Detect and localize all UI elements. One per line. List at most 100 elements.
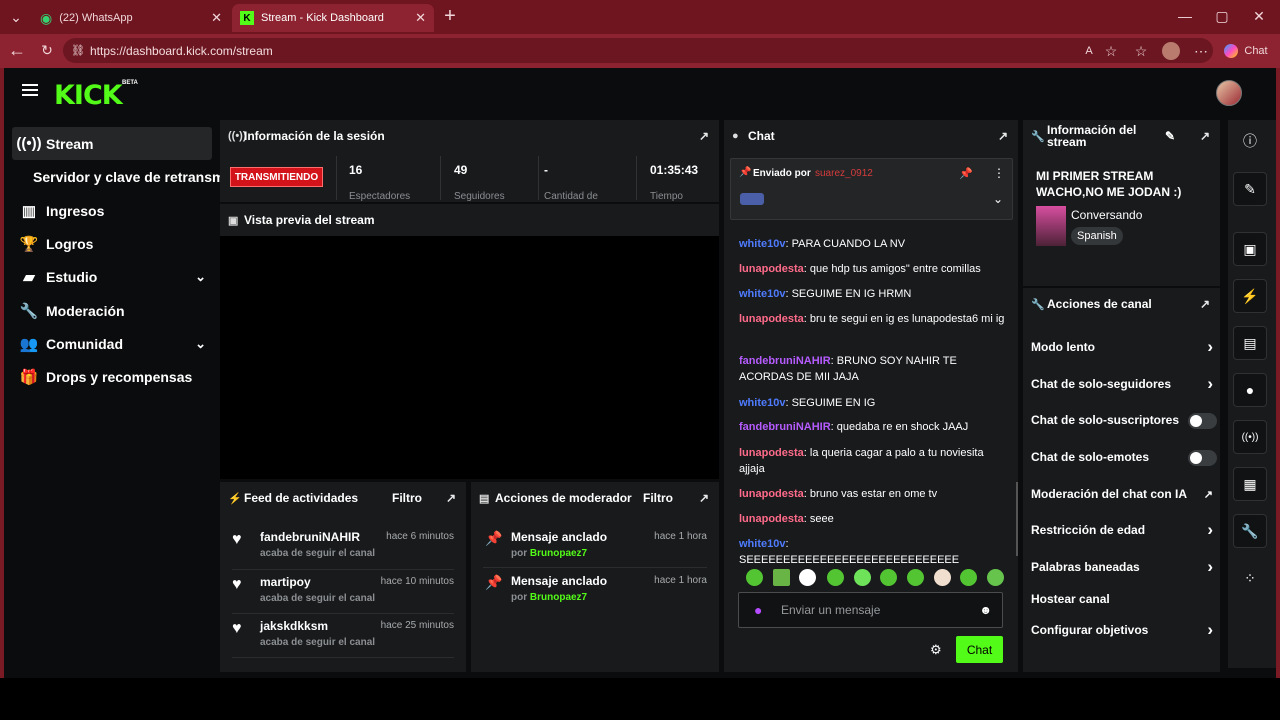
emoji-icon[interactable]: ☻ (979, 603, 992, 617)
layout-icon[interactable]: ▦ (1233, 467, 1267, 501)
new-tab-icon[interactable]: + (440, 5, 460, 27)
host-channel-row[interactable]: Hostear canal (1031, 584, 1217, 614)
back-icon[interactable]: ← (8, 40, 26, 60)
sidebar-item-logros[interactable]: 🏆 Logros (12, 227, 212, 260)
emote-icon[interactable] (934, 569, 951, 586)
preview-icon[interactable]: ▣ (1233, 232, 1267, 266)
stream-preview-video[interactable] (220, 236, 719, 479)
read-aloud-icon[interactable]: A (1080, 42, 1098, 60)
favorites-bar-icon[interactable]: ☆ (1132, 42, 1150, 60)
sidebar-item-ingresos[interactable]: ▥ Ingresos (12, 194, 212, 227)
sidebar-item-comunidad[interactable]: 👥 Comunidad ⌄ (12, 327, 212, 360)
category-name[interactable]: Conversando (1071, 208, 1142, 222)
close-tab-icon[interactable]: ✕ (211, 10, 222, 26)
sidebar-item-moderacion[interactable]: 🔧 Moderación (12, 294, 212, 327)
goals-row[interactable]: Configurar objetivos › (1031, 615, 1217, 645)
chat-username[interactable]: white10v (739, 238, 785, 250)
subscribers-only-toggle[interactable] (1188, 413, 1217, 429)
sidebar-item-drops[interactable]: 🎁 Drops y recompensas (12, 360, 212, 393)
profile-avatar-icon[interactable] (1162, 42, 1180, 60)
emote-icon[interactable] (854, 569, 871, 586)
emote-icon[interactable] (907, 569, 924, 586)
expand-icon[interactable]: ↗ (1200, 297, 1210, 311)
chat-bubble-icon[interactable]: ● (1233, 373, 1267, 407)
chat-username[interactable]: lunapodesta (739, 513, 804, 525)
chat-username[interactable]: lunapodesta (739, 263, 804, 275)
kick-logo[interactable]: KICK (54, 80, 123, 111)
close-tab-icon[interactable]: ✕ (415, 10, 426, 26)
sidebar-item-server-key[interactable]: Servidor y clave de retransm (33, 160, 223, 193)
microphone-icon[interactable]: ● (754, 602, 762, 618)
unpin-icon[interactable]: 📌 (959, 167, 973, 180)
lightning-icon[interactable]: ⚡ (1233, 279, 1267, 313)
emote-icon[interactable] (987, 569, 1004, 586)
chevron-down-icon[interactable]: ⌄ (195, 336, 206, 352)
info-icon[interactable]: ⓘ (1233, 124, 1267, 158)
chat-username[interactable]: white10v (739, 288, 785, 300)
emote-icon[interactable] (773, 569, 790, 586)
chat-message-input[interactable]: ● Enviar un mensaje ☻ (738, 592, 1003, 628)
user-avatar[interactable] (1216, 80, 1242, 106)
ai-moderation-row[interactable]: Moderación del chat con IA ↗ (1031, 479, 1217, 509)
chevron-down-icon[interactable]: ⌄ (993, 192, 1003, 206)
chat-username[interactable]: fandebruniNAHIR (739, 421, 831, 433)
chat-scrollbar[interactable] (1016, 482, 1018, 556)
copilot-chat-button[interactable]: Chat (1220, 40, 1272, 62)
broadcast-icon[interactable]: ((•)) (1233, 420, 1267, 454)
expand-icon[interactable]: ↗ (998, 129, 1008, 143)
site-info-icon[interactable]: ⛓ (71, 44, 85, 57)
chat-username[interactable]: lunapodesta (739, 313, 804, 325)
age-restriction-row[interactable]: Restricción de edad › (1031, 515, 1217, 545)
expand-icon[interactable]: ↗ (699, 491, 709, 505)
tab-dropdown-icon[interactable]: ⌄ (6, 7, 26, 27)
emotes-only-row[interactable]: Chat de solo-emotes (1031, 442, 1217, 472)
send-chat-button[interactable]: Chat (956, 636, 1003, 663)
window-close-icon[interactable]: ✕ (1250, 7, 1268, 25)
tab-kick-dashboard[interactable]: K Stream - Kick Dashboard ✕ (232, 4, 434, 32)
apps-icon[interactable]: ⁘ (1233, 561, 1267, 595)
feed-username[interactable]: martipoy (260, 575, 311, 589)
wrench-icon[interactable]: 🔧 (1233, 514, 1267, 548)
tab-whatsapp[interactable]: ◉ (22) WhatsApp ✕ (32, 4, 230, 32)
emote-icon[interactable] (880, 569, 897, 586)
subscribers-only-row[interactable]: Chat de solo-suscriptores (1031, 405, 1217, 435)
sidebar-item-estudio[interactable]: ▰ Estudio ⌄ (12, 260, 212, 293)
sidebar-item-stream[interactable]: ((•)) Stream (12, 127, 212, 160)
favorite-icon[interactable]: ☆ (1102, 42, 1120, 60)
expand-icon[interactable]: ↗ (1200, 129, 1210, 143)
chevron-down-icon[interactable]: ⌄ (195, 269, 206, 285)
slow-mode-row[interactable]: Modo lento › (1031, 332, 1217, 362)
feed-filter-button[interactable]: Filtro (392, 491, 422, 505)
emote-icon[interactable] (960, 569, 977, 586)
chat-username[interactable]: white10v (739, 538, 785, 550)
hamburger-menu-icon[interactable] (22, 84, 40, 98)
document-icon[interactable]: ▤ (1233, 326, 1267, 360)
chat-username[interactable]: fandebruniNAHIR (739, 355, 831, 367)
maximize-icon[interactable]: ▢ (1213, 7, 1231, 25)
emotes-only-toggle[interactable] (1188, 450, 1217, 466)
emote-icon[interactable] (827, 569, 844, 586)
chat-username[interactable]: lunapodesta (739, 447, 804, 459)
followers-only-row[interactable]: Chat de solo-seguidores › (1031, 369, 1217, 399)
browser-menu-icon[interactable]: ⋯ (1192, 42, 1210, 60)
emote-icon[interactable] (799, 569, 816, 586)
mod-user[interactable]: Brunopaez7 (530, 548, 587, 559)
emote-icon[interactable] (746, 569, 763, 586)
feed-username[interactable]: fandebruniNAHIR (260, 530, 360, 544)
expand-icon[interactable]: ↗ (699, 129, 709, 143)
edit-icon[interactable]: ✎ (1233, 172, 1267, 206)
expand-icon[interactable]: ↗ (446, 491, 456, 505)
banned-words-row[interactable]: Palabras baneadas › (1031, 552, 1217, 582)
chat-username[interactable]: white10v (739, 397, 785, 409)
pinned-user[interactable]: suarez_0912 (815, 168, 873, 179)
chat-username[interactable]: lunapodesta (739, 488, 804, 500)
minimize-icon[interactable]: — (1176, 7, 1194, 25)
refresh-icon[interactable]: ↻ (38, 41, 56, 59)
mod-user[interactable]: Brunopaez7 (530, 592, 587, 603)
edit-icon[interactable]: ✎ (1165, 129, 1175, 143)
settings-icon[interactable]: ⚙ (930, 642, 942, 658)
more-options-icon[interactable]: ⋮ (993, 166, 1005, 180)
mod-filter-button[interactable]: Filtro (643, 491, 673, 505)
address-input[interactable]: ⛓ https://dashboard.kick.com/stream (63, 38, 1213, 63)
feed-username[interactable]: jakskdkksm (260, 619, 328, 633)
